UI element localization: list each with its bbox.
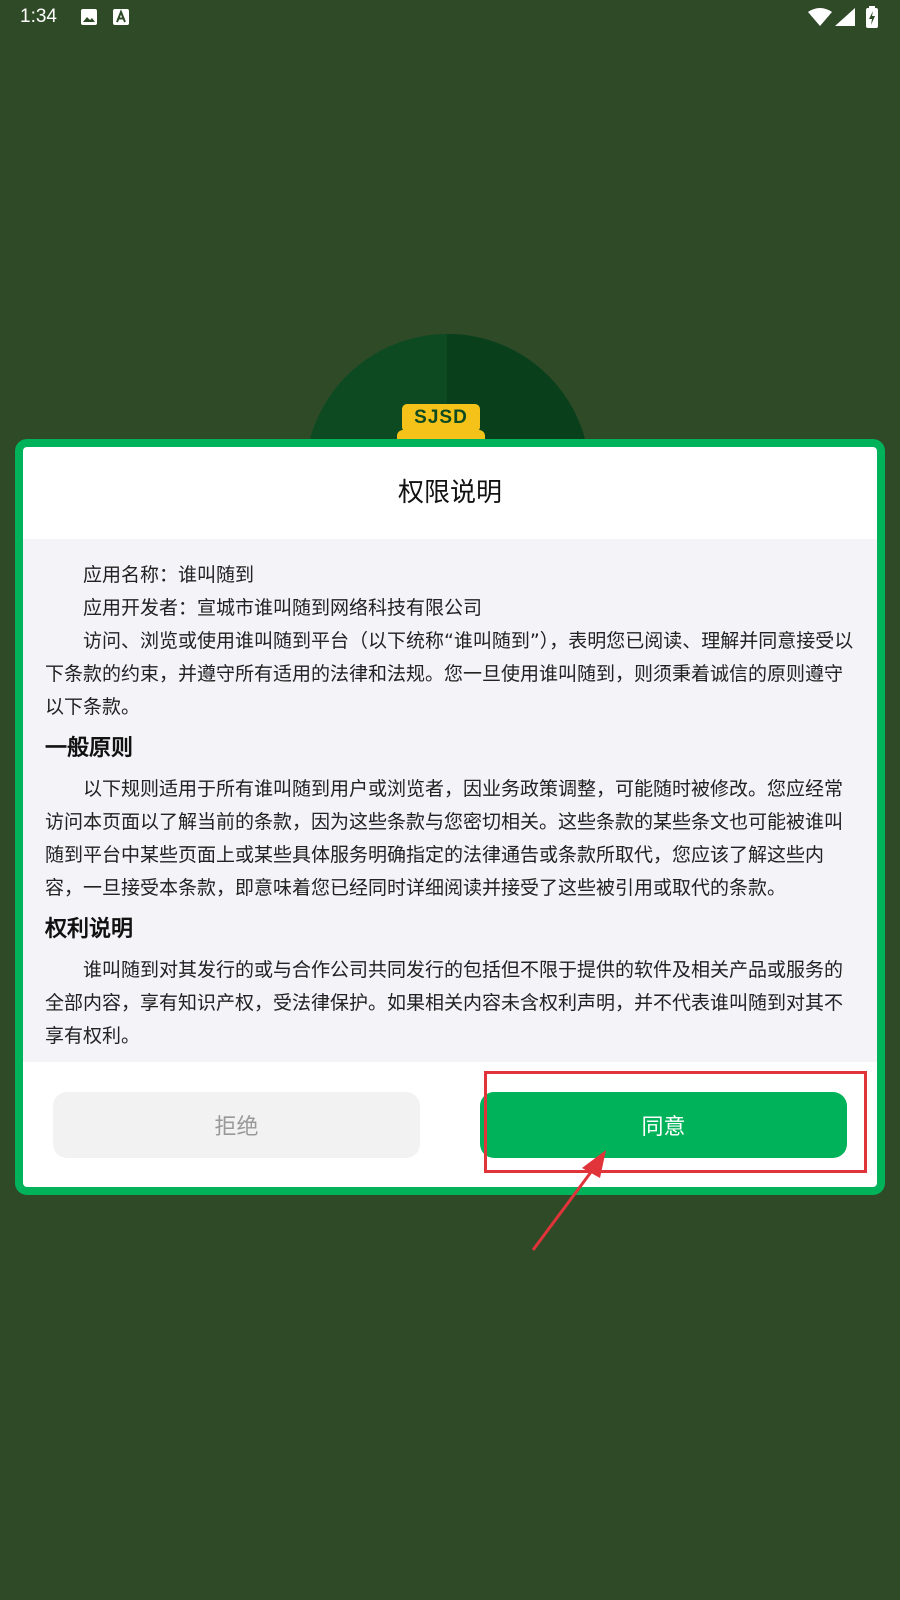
general-text: 以下规则适用于所有谁叫随到用户或浏览者，因业务政策调整，可能随时被修改。您应经常… [45,778,844,899]
section-heading-general: 一般原则 [45,736,134,761]
intro-text: 访问、浏览或使用谁叫随到平台（以下统称“谁叫随到”），表明您已阅读、理解并同意接… [45,630,854,718]
developer-text: 应用开发者：宣城市谁叫随到网络科技有限公司 [83,597,483,619]
dialog-content[interactable]: 应用名称：谁叫随到 应用开发者：宣城市谁叫随到网络科技有限公司 访问、浏览或使用… [23,539,877,1062]
section-heading-rights: 权利说明 [45,917,134,942]
highlight-annotation [484,1071,867,1173]
font-a-icon [113,9,129,25]
logo-text: SJSD [402,404,480,432]
status-bar: 1:34 [0,0,900,36]
reject-button[interactable]: 拒绝 [53,1092,420,1158]
signal-icon [835,8,855,26]
status-time: 1:34 [20,6,57,27]
dialog-title: 权限说明 [397,478,502,508]
battery-charging-icon [866,6,878,28]
wifi-icon [808,8,832,26]
rights-text: 谁叫随到对其发行的或与合作公司共同发行的包括但不限于提供的软件及相关产品或服务的… [45,959,844,1047]
app-name-text: 应用名称：谁叫随到 [83,564,255,586]
image-icon [81,9,97,25]
